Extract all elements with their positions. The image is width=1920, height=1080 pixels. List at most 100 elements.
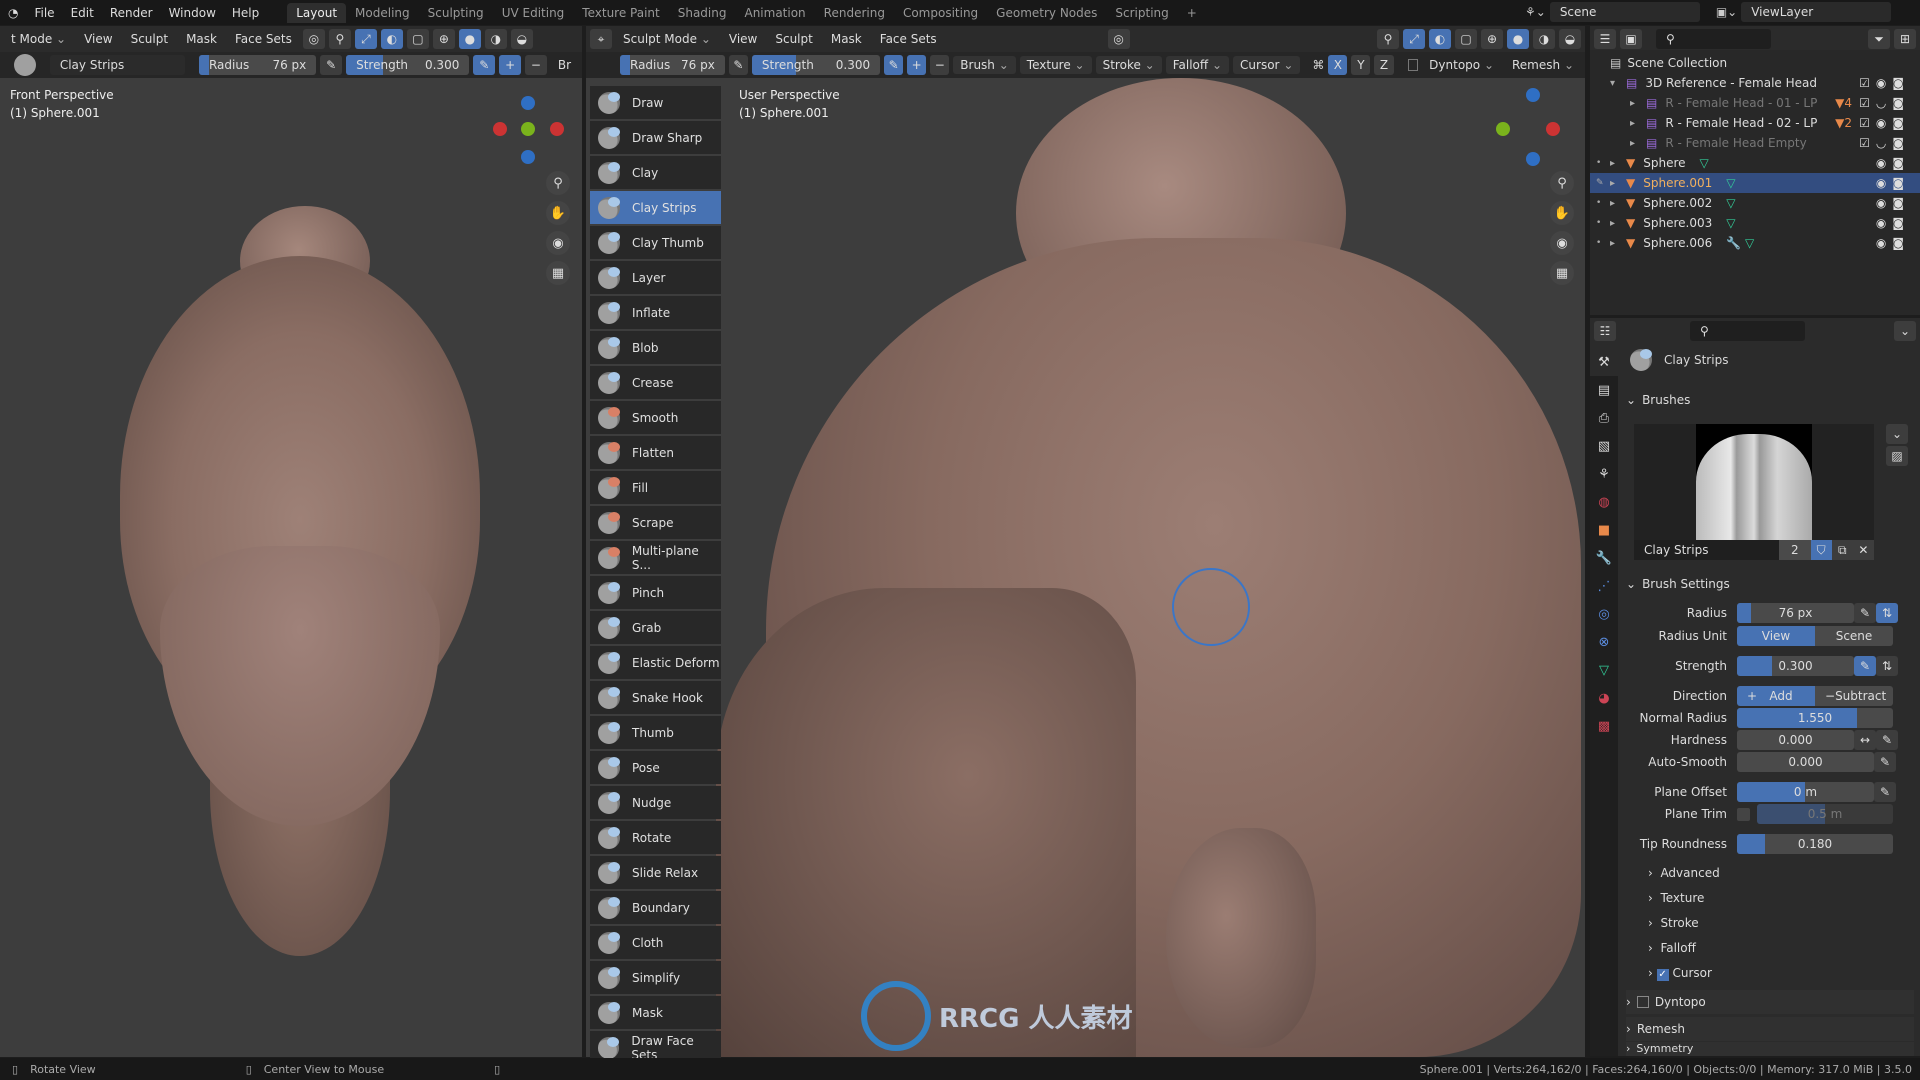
cursor-dropdown[interactable]: Cursor [1233, 56, 1301, 74]
solid-shading-icon[interactable]: ● [1507, 29, 1529, 49]
menu-sculpt[interactable]: Sculpt [768, 30, 819, 48]
symmetry-x-toggle[interactable]: X [1328, 55, 1348, 75]
gizmo-icon[interactable]: ⤢ [1403, 29, 1425, 49]
world-tab-icon[interactable]: ◍ [1590, 488, 1618, 516]
tool-smooth[interactable]: Smooth [590, 401, 721, 434]
tab-animation[interactable]: Animation [735, 3, 814, 23]
gizmo-neg-x-axis[interactable] [550, 122, 564, 136]
falloff-dropdown[interactable]: Falloff [1165, 56, 1230, 74]
properties-search-input[interactable]: ⚲ [1690, 321, 1805, 341]
remesh-dropdown[interactable]: Remesh [1505, 56, 1581, 74]
scene-selector[interactable]: Scene [1549, 2, 1700, 22]
symmetry-z-toggle[interactable]: Z [1374, 55, 1394, 75]
outliner-row[interactable]: ▾ ▤ 3D Reference - Female Head ☑◉◙ [1590, 73, 1920, 93]
pivot-icon[interactable]: ◎ [302, 29, 325, 49]
radius-unit-scene[interactable]: Scene [1815, 626, 1893, 646]
add-direction-button[interactable]: + [907, 55, 927, 75]
material-shading-icon[interactable]: ◑ [484, 29, 507, 49]
auto-smooth-field[interactable]: 0.000 [1737, 752, 1874, 772]
visibility-icon[interactable]: ⚲ [1377, 29, 1399, 49]
subtract-direction-button[interactable]: − [525, 55, 547, 75]
outliner-row[interactable]: • ▸ ▼ Sphere.003 ▽ ◉◙ [1590, 213, 1920, 233]
strength-field[interactable]: Strength 0.300 [751, 55, 881, 75]
scene-collection-row[interactable]: ▤ Scene Collection [1590, 53, 1920, 73]
tool-blob[interactable]: Blob [590, 331, 721, 364]
scene-icon[interactable]: ⚘⌄ [1525, 5, 1546, 19]
tool-simplify[interactable]: Simplify [590, 961, 721, 994]
camera-icon[interactable]: ◉ [1550, 231, 1574, 255]
texture-dropdown[interactable]: Texture [1019, 56, 1092, 74]
tab-geometry-nodes[interactable]: Geometry Nodes [987, 3, 1106, 23]
falloff-subpanel[interactable]: › Falloff [1648, 941, 1696, 955]
visibility-icon[interactable]: ⚲ [328, 29, 351, 49]
gizmo-icon[interactable]: ⤢ [354, 29, 377, 49]
tool-tab-icon[interactable]: ⚒ [1590, 348, 1618, 376]
dyntopo-panel-header[interactable]: › Dyntopo [1626, 990, 1914, 1014]
radius-unit-toggle-icon[interactable]: ⇅ [1876, 603, 1898, 623]
strength-unified-icon[interactable]: ⇅ [1876, 656, 1898, 676]
disclosure-triangle-icon[interactable]: ▸ [1610, 198, 1626, 209]
gizmo-x-axis[interactable] [1546, 122, 1560, 136]
visibility-eye-icon[interactable]: ☑◡◙ [1859, 136, 1910, 150]
material-shading-icon[interactable]: ◑ [1533, 29, 1555, 49]
outliner-row[interactable]: • ▸ ▼ Sphere.006 🔧 ▽ ◉◙ [1590, 233, 1920, 253]
modifier-tab-icon[interactable]: 🔧 [1590, 544, 1618, 572]
radius-unit-view[interactable]: View [1737, 626, 1815, 646]
visibility-eye-icon[interactable]: ☑◡◙ [1859, 96, 1910, 110]
disclosure-triangle-icon[interactable]: ▸ [1610, 238, 1626, 249]
zoom-icon[interactable]: ⚲ [1550, 171, 1574, 195]
visibility-eye-icon[interactable]: ◉◙ [1876, 156, 1910, 170]
fake-user-shield-icon[interactable]: ⛉ [1810, 540, 1832, 560]
tab-texture-paint[interactable]: Texture Paint [573, 3, 668, 23]
add-workspace-button[interactable]: + [1178, 3, 1206, 23]
stroke-dropdown[interactable]: Stroke [1095, 56, 1162, 74]
menu-file[interactable]: File [26, 6, 62, 20]
filter-icon[interactable]: ⏷ [1868, 29, 1890, 49]
brushes-panel-header[interactable]: ⌄ Brushes [1626, 388, 1914, 412]
tool-fill[interactable]: Fill [590, 471, 721, 504]
visibility-eye-icon[interactable]: ☑◉◙ [1859, 116, 1910, 130]
disclosure-triangle-icon[interactable]: ▾ [1610, 78, 1626, 89]
outliner-row[interactable]: ▸ ▤ R - Female Head - 01 - LP ▼4 ☑◡◙ [1590, 93, 1920, 113]
tool-draw-sharp[interactable]: Draw Sharp [590, 121, 721, 154]
brush-settings-panel-header[interactable]: ⌄ Brush Settings [1626, 572, 1914, 596]
menu-window[interactable]: Window [161, 6, 224, 20]
tab-uv-editing[interactable]: UV Editing [493, 3, 574, 23]
menu-face-sets[interactable]: Face Sets [228, 30, 299, 48]
dyntopo-checkbox[interactable] [1407, 59, 1419, 71]
tool-elastic-deform[interactable]: Elastic Deform [590, 646, 721, 679]
particles-tab-icon[interactable]: ⋰ [1590, 572, 1618, 600]
remesh-panel-header[interactable]: › Remesh [1626, 1017, 1914, 1041]
mesh-data-icon[interactable]: ▽ [1700, 156, 1709, 170]
brush-icon[interactable] [14, 54, 36, 76]
auto-smooth-pressure-icon[interactable]: ✎ [1874, 752, 1896, 772]
add-direction-button[interactable]: + [499, 55, 522, 75]
gizmo-y-axis[interactable] [1496, 122, 1510, 136]
pan-hand-icon[interactable]: ✋ [546, 201, 570, 225]
blender-logo-icon[interactable]: ◔ [0, 6, 26, 20]
brush-list-chevron-icon[interactable]: ⌄ [1886, 424, 1908, 444]
tab-shading[interactable]: Shading [669, 3, 736, 23]
brush-image-icon[interactable]: ▨ [1886, 446, 1908, 466]
tip-roundness-field[interactable]: 0.180 [1737, 834, 1893, 854]
outliner-row[interactable]: ▸ ▤ R - Female Head - 02 - LP ▼2 ☑◉◙ [1590, 113, 1920, 133]
gizmo-neg-z-axis[interactable] [521, 150, 535, 164]
hardness-field[interactable]: 0.000 [1737, 730, 1854, 750]
outliner-row[interactable]: ▸ ▤ R - Female Head Empty ☑◡◙ [1590, 133, 1920, 153]
strength-field[interactable]: Strength 0.300 [346, 55, 470, 75]
tool-rotate[interactable]: Rotate [590, 821, 721, 854]
visibility-eye-icon[interactable]: ◉◙ [1876, 196, 1910, 210]
invert-arrows-icon[interactable]: ↔ [1854, 730, 1876, 750]
new-collection-icon[interactable]: ⊞ [1894, 29, 1916, 49]
xray-icon[interactable]: ▢ [1455, 29, 1477, 49]
disclosure-triangle-icon[interactable]: ▸ [1630, 98, 1646, 109]
data-tab-icon[interactable]: ▽ [1590, 656, 1618, 684]
overlay-icon[interactable]: ◐ [380, 29, 403, 49]
tool-thumb[interactable]: Thumb [590, 716, 721, 749]
wireframe-shading-icon[interactable]: ⊕ [1481, 29, 1503, 49]
options-chevron-icon[interactable]: ⌄ [1894, 321, 1916, 341]
mesh-data-icon[interactable]: 🔧 ▽ [1726, 236, 1754, 250]
brush-dropdown[interactable]: Brush [953, 56, 1016, 74]
unlink-brush-icon[interactable]: ✕ [1852, 540, 1874, 560]
gizmo-x-axis[interactable] [493, 122, 507, 136]
